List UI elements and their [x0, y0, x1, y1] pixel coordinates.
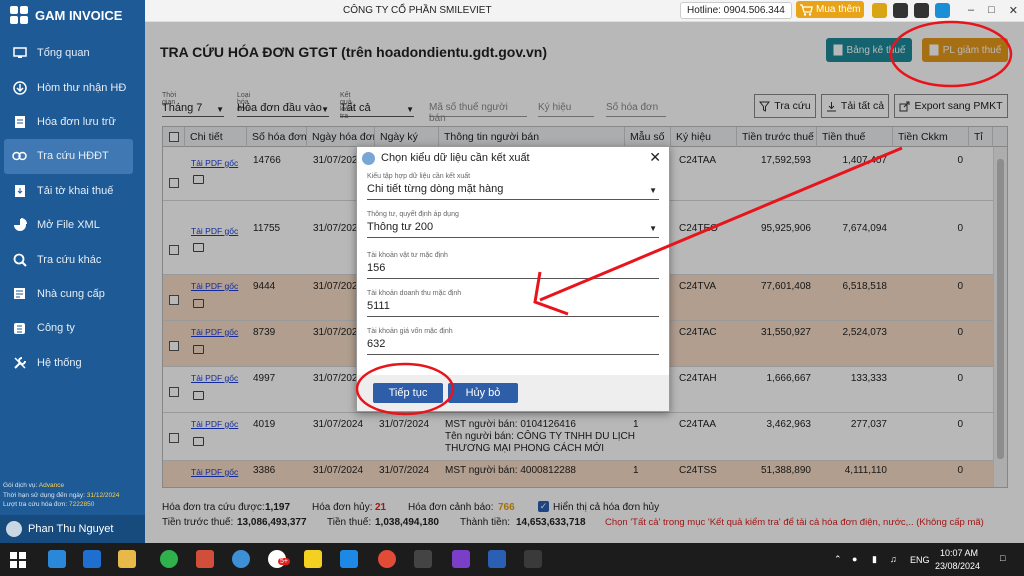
inbox-icon	[12, 80, 27, 95]
tray-chevron-icon[interactable]: ⌃	[834, 554, 842, 565]
volume-icon[interactable]: ♫	[890, 554, 897, 564]
sidebar-item-supplier[interactable]: Nhà cung cấp	[0, 277, 145, 311]
notifications-icon[interactable]: □	[1000, 553, 1005, 563]
service-info: Gói dịch vụ: Advance Thời hạn sử dụng đế…	[3, 482, 120, 508]
continue-button[interactable]: Tiếp tục	[373, 383, 443, 403]
zalo-icon[interactable]	[935, 3, 950, 18]
supplier-icon	[12, 286, 27, 301]
sidebar-item-xml[interactable]: Mở File XML	[0, 208, 145, 242]
app-red-icon[interactable]	[196, 550, 214, 568]
material-account-field[interactable]: Tài khoản vật tư mặc định 156	[367, 252, 659, 279]
dataset-type-field[interactable]: Kiểu tập hợp dữ liệu cần kết xuất Chi ti…	[367, 173, 659, 200]
teamviewer-icon[interactable]	[48, 550, 66, 568]
file-explorer-icon[interactable]	[118, 550, 136, 568]
sidebar-item-inbox[interactable]: Hòm thư nhận HĐ	[0, 70, 145, 104]
avatar	[6, 521, 22, 537]
search-icon	[12, 252, 27, 267]
top-bar: CÔNG TY CỔ PHẦN SMILEVIET Hotline: 0904.…	[145, 0, 1024, 22]
app-dark-icon[interactable]	[414, 550, 432, 568]
maximize-icon[interactable]: □	[988, 4, 995, 17]
close-icon[interactable]: ✕	[1009, 4, 1018, 17]
app-icon	[362, 152, 375, 165]
sidebar-item-lookup[interactable]: Tra cứu HĐĐT	[4, 139, 133, 174]
gam-invoice-taskbar-icon[interactable]	[232, 550, 250, 568]
sidebar: GAM INVOICE Tổng quan Hòm thư nhận HĐ Hó…	[0, 0, 145, 543]
app-logo: GAM INVOICE	[0, 0, 145, 30]
chat-icon[interactable]	[893, 3, 908, 18]
clock-date[interactable]: 23/08/2024	[935, 561, 980, 571]
dialog-footer: Tiếp tục Hủy bỏ	[357, 375, 669, 411]
circular-field[interactable]: Thông tư, quyết định áp dụng Thông tư 20…	[367, 211, 659, 238]
dropbox-icon[interactable]	[83, 550, 101, 568]
wrench-icon	[12, 355, 27, 370]
dialog-title: Chọn kiểu dữ liệu cần kết xuất	[381, 152, 530, 164]
sidebar-item-system[interactable]: Hệ thống	[0, 346, 145, 380]
sidebar-item-other-lookup[interactable]: Tra cứu khác	[0, 242, 145, 276]
link-icon	[12, 149, 27, 164]
bag-icon[interactable]	[872, 3, 887, 18]
sidebar-item-overview[interactable]: Tổng quan	[0, 36, 145, 70]
buy-more-button[interactable]: Mua thêm	[796, 1, 865, 18]
app-green-icon[interactable]	[160, 550, 178, 568]
revenue-account-field[interactable]: Tài khoản doanh thu mặc định 5111	[367, 290, 659, 317]
windows-taskbar: 5+ ⌃ ● ▮ ♫ ENG 10:07 AM 23/08/2024 □	[0, 543, 1024, 576]
help-icon[interactable]	[914, 3, 929, 18]
user-profile[interactable]: Phan Thu Nguyet	[0, 515, 145, 543]
monitor-icon	[12, 46, 27, 61]
visual-studio-icon[interactable]	[452, 550, 470, 568]
document-icon	[12, 114, 27, 129]
cart-icon	[800, 4, 813, 16]
company-icon	[12, 321, 27, 336]
skype-icon[interactable]	[340, 550, 358, 568]
user-name: Phan Thu Nguyet	[28, 523, 114, 535]
cost-account-field[interactable]: Tài khoản giá vốn mặc định 632	[367, 328, 659, 355]
pie-icon	[12, 218, 27, 233]
sidebar-item-archive[interactable]: Hóa đơn lưu trữ	[0, 105, 145, 139]
tray-app-icon[interactable]: ●	[852, 554, 857, 564]
word-icon[interactable]	[488, 550, 506, 568]
sidebar-item-company[interactable]: Công ty	[0, 311, 145, 345]
windows-start-icon[interactable]	[10, 552, 26, 568]
sidebar-item-tax-return[interactable]: Tải tờ khai thuế	[0, 174, 145, 208]
minimize-icon[interactable]: –	[968, 4, 974, 17]
logo-icon	[10, 6, 28, 24]
chevron-down-icon: ▼	[649, 224, 657, 233]
file-download-icon	[12, 183, 27, 198]
sticky-notes-icon[interactable]	[304, 550, 322, 568]
app-name: GAM INVOICE	[35, 7, 123, 23]
chrome-icon[interactable]	[378, 550, 396, 568]
export-type-dialog: Chọn kiểu dữ liệu cần kết xuất ✕ Kiểu tậ…	[356, 146, 670, 412]
network-icon[interactable]: ▮	[872, 554, 877, 565]
hotline: Hotline: 0904.506.344	[680, 2, 792, 19]
paint-icon[interactable]	[524, 550, 542, 568]
clock-time[interactable]: 10:07 AM	[940, 548, 978, 558]
language-indicator[interactable]: ENG	[910, 555, 930, 565]
company-name: CÔNG TY CỔ PHẦN SMILEVIET	[343, 5, 492, 16]
chevron-down-icon: ▼	[649, 186, 657, 195]
zalo-taskbar-icon[interactable]: 5+	[268, 550, 290, 568]
close-icon[interactable]: ✕	[649, 149, 661, 166]
cancel-button[interactable]: Hủy bỏ	[448, 383, 518, 403]
